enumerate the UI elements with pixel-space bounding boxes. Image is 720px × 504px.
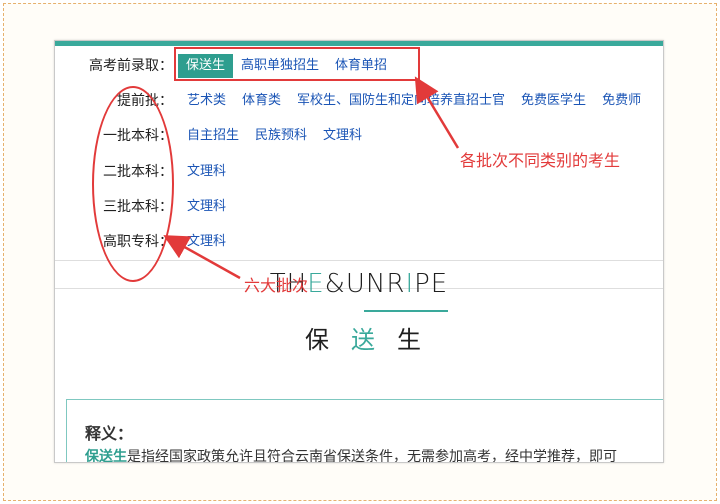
annotation-arrows bbox=[163, 76, 460, 280]
arrow-to-categories bbox=[414, 76, 460, 149]
arrow-to-batches bbox=[163, 235, 241, 280]
annotation-categories-text: 各批次不同类别的考生 bbox=[460, 151, 621, 170]
annotation-batches-text: 六大批次 bbox=[244, 276, 309, 295]
